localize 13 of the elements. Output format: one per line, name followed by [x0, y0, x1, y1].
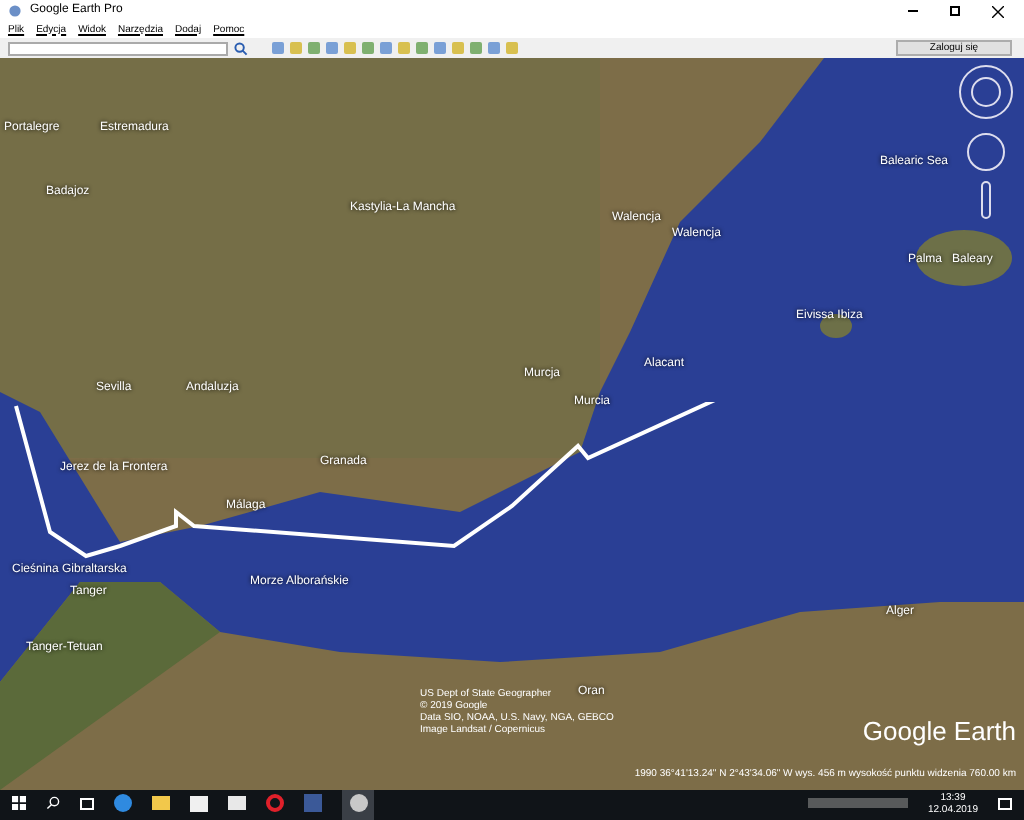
- windows-start-icon[interactable]: [12, 796, 26, 810]
- task-view-icon[interactable]: [80, 797, 94, 809]
- folder-icon[interactable]: [152, 796, 170, 810]
- facebook-icon[interactable]: [304, 794, 322, 812]
- opera-icon[interactable]: [266, 794, 284, 812]
- search-field[interactable]: [8, 41, 228, 55]
- maximize-icon[interactable]: [950, 6, 960, 16]
- notification-icon[interactable]: [998, 797, 1012, 809]
- edge-browser-icon[interactable]: [114, 794, 132, 812]
- google-earth-logo: Google Earth: [862, 718, 1016, 744]
- minimize-icon[interactable]: [908, 10, 918, 12]
- navigation-controls-icon[interactable]: [956, 62, 1016, 222]
- close-icon[interactable]: [992, 5, 1004, 17]
